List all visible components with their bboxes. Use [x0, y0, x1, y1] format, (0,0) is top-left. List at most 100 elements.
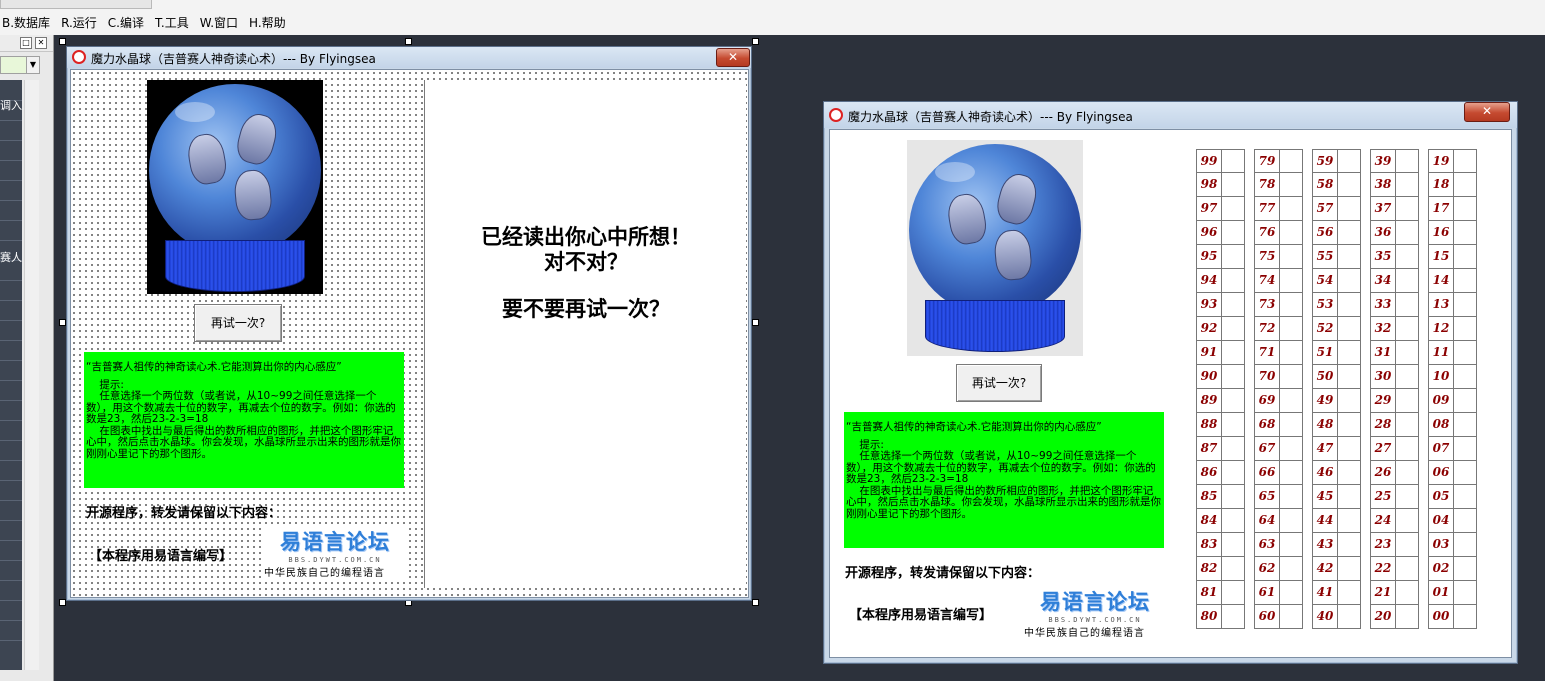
close-button[interactable]: ✕ [1464, 102, 1510, 122]
number-cell: 56 [1312, 221, 1361, 245]
symbol-slot [1280, 365, 1302, 388]
panel-text: 调入 [0, 99, 22, 112]
panel-scrollbar[interactable] [24, 80, 39, 670]
number-cell: 88 [1196, 413, 1245, 437]
number-label: 04 [1429, 509, 1454, 532]
property-grid[interactable] [0, 80, 22, 670]
number-label: 24 [1371, 509, 1396, 532]
symbol-slot [1222, 293, 1244, 316]
menu-database[interactable]: B.数据库 [2, 14, 50, 31]
retry-button[interactable]: 再试一次? [194, 304, 282, 342]
number-cell: 51 [1312, 341, 1361, 365]
number-cell: 54 [1312, 269, 1361, 293]
symbol-slot [1396, 413, 1418, 436]
logo-image: 易语言论坛 BBS.DYWT.COM.CN 中华民族自己的编程语言 [264, 526, 406, 579]
number-label: 96 [1197, 221, 1222, 244]
symbol-slot [1338, 150, 1360, 172]
number-cell: 38 [1370, 173, 1419, 197]
number-cell: 68 [1254, 413, 1303, 437]
menu-tools[interactable]: T.工具 [155, 14, 189, 31]
chevron-down-icon[interactable]: ▼ [26, 57, 39, 73]
number-label: 39 [1371, 150, 1396, 172]
symbol-slot [1222, 269, 1244, 292]
retry-button[interactable]: 再试一次? [956, 364, 1042, 402]
number-label: 77 [1255, 197, 1280, 220]
symbol-slot [1222, 173, 1244, 196]
resize-handle[interactable] [59, 38, 66, 45]
number-cell: 57 [1312, 197, 1361, 221]
number-cell: 70 [1254, 365, 1303, 389]
menu-run[interactable]: R.运行 [61, 14, 97, 31]
menu-window[interactable]: W.窗口 [200, 14, 238, 31]
number-label: 03 [1429, 533, 1454, 556]
menu-help[interactable]: H.帮助 [249, 14, 286, 31]
symbol-slot [1396, 245, 1418, 268]
number-label: 91 [1197, 341, 1222, 364]
symbol-slot [1280, 221, 1302, 244]
resize-handle[interactable] [405, 38, 412, 45]
globe-base [165, 240, 305, 292]
symbol-slot [1338, 485, 1360, 508]
number-cell: 43 [1312, 533, 1361, 557]
number-cell: 74 [1254, 269, 1303, 293]
resize-handle[interactable] [59, 319, 66, 326]
crystal-ball-image[interactable] [907, 140, 1083, 356]
symbol-slot [1280, 461, 1302, 484]
symbol-slot [1454, 485, 1476, 508]
number-cell: 64 [1254, 509, 1303, 533]
menu-compile[interactable]: C.编译 [108, 14, 144, 31]
number-cell: 47 [1312, 437, 1361, 461]
close-button[interactable]: ✕ [716, 48, 750, 67]
number-cell: 20 [1370, 605, 1419, 629]
instructions-heading: “吉普赛人祖传的神奇读心术.它能测算出你的内心感应” [86, 361, 342, 373]
symbol-slot [1338, 557, 1360, 580]
number-cell: 99 [1196, 149, 1245, 173]
symbol-slot [1454, 557, 1476, 580]
number-label: 68 [1255, 413, 1280, 436]
number-label: 34 [1371, 269, 1396, 292]
number-cell: 28 [1370, 413, 1419, 437]
number-cell: 09 [1428, 389, 1477, 413]
number-label: 86 [1197, 461, 1222, 484]
number-cell: 71 [1254, 341, 1303, 365]
number-label: 32 [1371, 317, 1396, 340]
crystal-ball-image[interactable] [147, 80, 323, 294]
number-label: 05 [1429, 485, 1454, 508]
symbol-slot [1280, 605, 1302, 628]
design-form[interactable]: 再试一次? “吉普赛人祖传的神奇读心术.它能测算出你的内心感应” 提示: 任意选… [70, 69, 749, 598]
number-label: 09 [1429, 389, 1454, 412]
number-label: 17 [1429, 197, 1454, 220]
number-cell: 82 [1196, 557, 1245, 581]
number-label: 74 [1255, 269, 1280, 292]
number-cell: 10 [1428, 365, 1477, 389]
symbol-slot [1396, 389, 1418, 412]
number-cell: 63 [1254, 533, 1303, 557]
number-label: 26 [1371, 461, 1396, 484]
resize-handle[interactable] [59, 599, 66, 606]
window-titlebar[interactable]: 魔力水晶球（吉普赛人神奇读心术）--- By Flyingsea ✕ [824, 102, 1517, 128]
symbol-slot [1280, 389, 1302, 412]
number-cell: 98 [1196, 173, 1245, 197]
symbol-slot [1338, 533, 1360, 556]
number-label: 47 [1313, 437, 1338, 460]
number-cell: 25 [1370, 485, 1419, 509]
symbol-slot [1396, 341, 1418, 364]
number-label: 45 [1313, 485, 1338, 508]
number-cell: 03 [1428, 533, 1477, 557]
resize-handle[interactable] [752, 599, 759, 606]
number-cell: 87 [1196, 437, 1245, 461]
panel-combo[interactable]: ▼ [0, 56, 40, 74]
panel-close-icon[interactable]: ✕ [35, 37, 47, 49]
number-label: 93 [1197, 293, 1222, 316]
panel-restore-icon[interactable]: □ [20, 37, 32, 49]
number-cell: 61 [1254, 581, 1303, 605]
window-titlebar[interactable]: 魔力水晶球（吉普赛人神奇读心术）--- By Flyingsea ✕ [67, 47, 751, 68]
globe-base [925, 300, 1065, 352]
number-label: 50 [1313, 365, 1338, 388]
instructions-heading: “吉普赛人祖传的神奇读心术.它能测算出你的内心感应” [846, 421, 1102, 433]
number-label: 58 [1313, 173, 1338, 196]
symbol-slot [1454, 581, 1476, 604]
resize-handle[interactable] [752, 38, 759, 45]
written-with-label: 【本程序用易语言编写】 [89, 549, 233, 564]
resize-handle[interactable] [752, 319, 759, 326]
